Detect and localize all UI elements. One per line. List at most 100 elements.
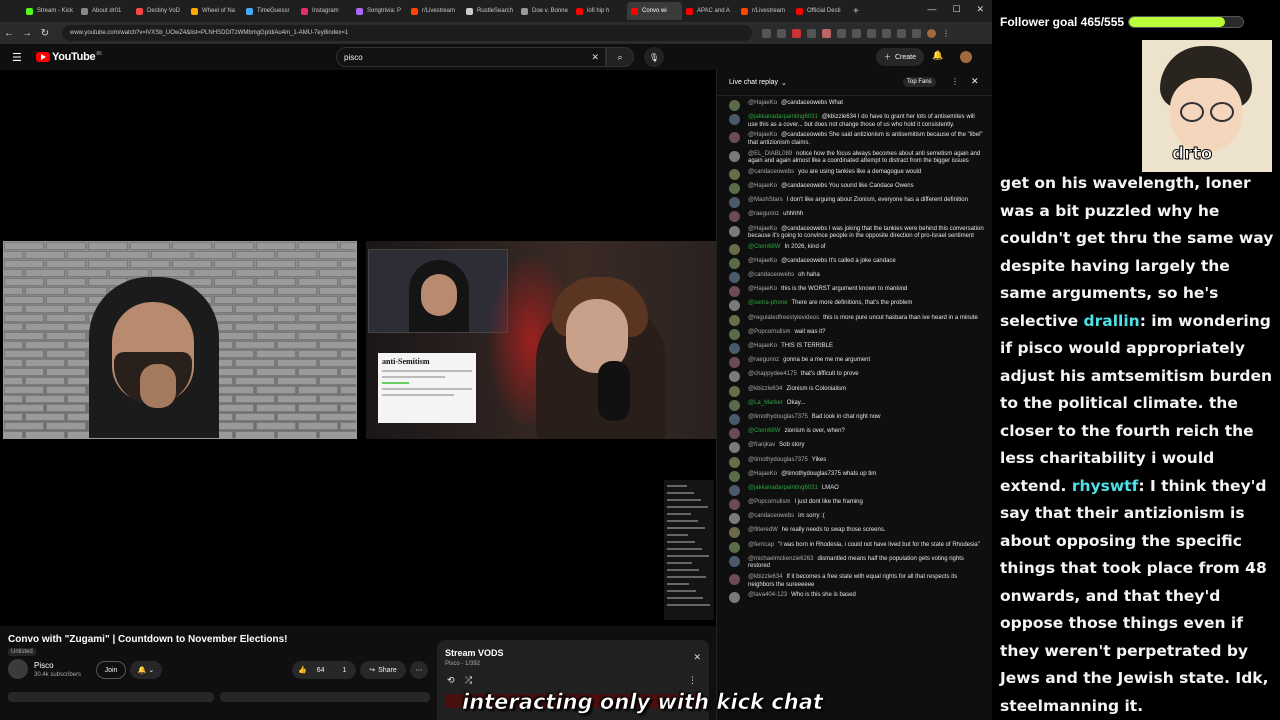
browser-tab[interactable]: lofi hip h	[572, 2, 627, 20]
search-input[interactable]: pisco ✕	[336, 47, 606, 67]
browser-tab[interactable]: APAC and A	[682, 2, 737, 20]
chat-avatar[interactable]	[729, 470, 740, 482]
chat-message[interactable]: @HajaeKo THIS IS TERRIBLE	[729, 343, 985, 354]
chat-author[interactable]: @jakkanadarpainting6031	[748, 114, 818, 120]
chat-author[interactable]: @timothydouglas7375	[748, 414, 808, 420]
youtube-logo[interactable]: YouTube 86	[36, 51, 102, 63]
subscription-bell-button[interactable]: 🔔 ⌄	[130, 661, 162, 679]
chat-message[interactable]: @candaceowebs you are using tankies like …	[729, 168, 985, 180]
chat-author[interactable]: @sema-phone	[748, 300, 787, 306]
chat-avatar[interactable]	[729, 182, 740, 194]
chat-message[interactable]: @HajaeKo @candaceowebs What	[729, 100, 985, 111]
extension-icon[interactable]	[897, 28, 906, 38]
chat-avatar[interactable]	[729, 413, 740, 425]
chat-message[interactable]: @michaelmckenzie6263 dismantled means hal…	[729, 555, 985, 571]
browser-tab[interactable]: Wheel of Na	[187, 2, 242, 20]
close-chat-icon[interactable]: ✕	[971, 76, 979, 87]
chat-message[interactable]: @ferricap "I was born in Rhodesia, i coul…	[729, 541, 985, 553]
browser-menu-icon[interactable]: ⋮	[942, 29, 951, 38]
like-dislike-button[interactable]: 👍 64 1	[292, 661, 356, 679]
chat-message[interactable]: @Popcornulism wait was it?	[729, 328, 985, 340]
chat-message[interactable]: @EL_DIABL089 notice how the focus always …	[729, 150, 985, 166]
chat-avatar[interactable]	[729, 168, 740, 180]
chevron-down-icon[interactable]: ⌄	[781, 79, 787, 87]
chat-avatar[interactable]	[729, 513, 740, 525]
chat-author[interactable]: @michaelmckenzie6263	[748, 556, 813, 562]
chat-message[interactable]: @raegunnz gonna be a me me me argument	[729, 357, 985, 369]
account-avatar[interactable]	[960, 51, 972, 63]
chat-avatar[interactable]	[729, 574, 740, 585]
chat-message[interactable]: @jakkanadarpainting6031 @kbizzle634 I do …	[729, 114, 985, 129]
chat-author[interactable]: @HajaeKo	[748, 471, 777, 477]
browser-tab[interactable]: Destiny VoD	[132, 2, 187, 20]
chat-author[interactable]: @Popcornulism	[748, 499, 790, 505]
back-icon[interactable]: ←	[0, 28, 18, 39]
url-field[interactable]: www.youtube.com/watch?v=lVXSb_UOwZ4&list…	[62, 25, 752, 41]
extension-icon[interactable]	[822, 28, 831, 38]
chat-author[interactable]: @timothydouglas7375	[748, 457, 808, 463]
chat-author[interactable]: @Clem68W	[748, 428, 780, 434]
chat-message[interactable]: @kbizzle634 Zionism is Colonialism	[729, 385, 985, 397]
chat-author[interactable]: @candaceowebs	[748, 272, 794, 278]
browser-tab[interactable]: Stream - Kick	[22, 2, 77, 20]
chat-author[interactable]: @regulatedfreestylevideos	[748, 315, 819, 321]
chat-message[interactable]: @Popcornulism I just dont like the framin…	[729, 499, 985, 511]
chat-avatar[interactable]	[729, 592, 740, 604]
chat-avatar[interactable]	[729, 484, 740, 496]
chat-message[interactable]: @La_Marker Okay...	[729, 399, 985, 411]
more-actions-button[interactable]: ⋯	[410, 661, 428, 679]
chat-avatar[interactable]	[729, 399, 740, 411]
chat-avatar[interactable]	[729, 371, 740, 383]
create-button[interactable]: ＋ Create	[876, 48, 925, 66]
browser-tab[interactable]: About dr01	[77, 2, 132, 20]
chat-avatar[interactable]	[729, 257, 740, 269]
extension-icon[interactable]	[882, 28, 891, 38]
extension-icon[interactable]	[762, 28, 771, 38]
share-button[interactable]: ↪ Share	[360, 661, 406, 679]
chat-avatar[interactable]	[729, 442, 740, 454]
extension-icon[interactable]	[912, 28, 921, 38]
chat-author[interactable]: @candaceowebs	[748, 513, 794, 519]
chat-avatar[interactable]	[729, 328, 740, 340]
chat-message[interactable]: @MashStars I don't like arguing about Zio…	[729, 197, 985, 209]
chat-avatar[interactable]	[729, 300, 740, 312]
extension-icon[interactable]	[837, 28, 846, 38]
chat-author[interactable]: @HajaeKo	[748, 258, 777, 264]
chat-author[interactable]: @raegunnz	[748, 357, 779, 363]
chat-author[interactable]: @HajaeKo	[748, 286, 777, 292]
extension-icon[interactable]	[852, 28, 861, 38]
chat-message[interactable]: @regulatedfreestylevideos this is more pu…	[729, 314, 985, 326]
clear-search-icon[interactable]: ✕	[591, 52, 599, 63]
forward-icon[interactable]: →	[18, 28, 36, 39]
hamburger-menu-icon[interactable]: ☰	[12, 51, 26, 64]
chat-message[interactable]: @candaceowebs oh haha	[729, 272, 985, 284]
chat-author[interactable]: @HajaeKo	[748, 226, 777, 232]
chat-author[interactable]: @Clem68W	[748, 244, 780, 250]
description-box[interactable]	[220, 692, 430, 702]
browser-tab[interactable]: Songtrivia: P	[352, 2, 407, 20]
playlist-title[interactable]: Stream VODS	[445, 648, 504, 658]
chat-message[interactable]: @HajaeKo @timothydouglas7375 whats up tim	[729, 470, 985, 482]
browser-tab[interactable]: Doe v. Bonne	[517, 2, 572, 20]
browser-tab[interactable]: r/Livestream	[737, 2, 792, 20]
chat-avatar[interactable]	[729, 541, 740, 553]
top-fans-button[interactable]: Top Fans	[903, 77, 936, 87]
chat-avatar[interactable]	[729, 211, 740, 223]
chat-avatar[interactable]	[729, 150, 740, 162]
chat-message[interactable]: @Clem68W In 2026, kind of	[729, 243, 985, 255]
chat-avatar[interactable]	[729, 428, 740, 440]
chat-avatar[interactable]	[729, 272, 740, 284]
chat-avatar[interactable]	[729, 243, 740, 255]
profile-icon[interactable]	[927, 28, 936, 38]
chat-author[interactable]: @raegunnz	[748, 211, 779, 217]
browser-tab[interactable]: r/Livestream	[407, 2, 462, 20]
loop-icon[interactable]: ⟲	[447, 675, 455, 686]
chat-avatar[interactable]	[729, 286, 740, 298]
chat-avatar[interactable]	[729, 114, 740, 126]
chat-message[interactable]: @chappydee4175 that's difficult to prove	[729, 371, 985, 383]
chat-author[interactable]: @HajaeKo	[748, 100, 777, 106]
chat-avatar[interactable]	[729, 343, 740, 354]
chat-avatar[interactable]	[729, 314, 740, 326]
chat-author[interactable]: @HajaeKo	[748, 183, 777, 189]
chat-avatar[interactable]	[729, 357, 740, 369]
